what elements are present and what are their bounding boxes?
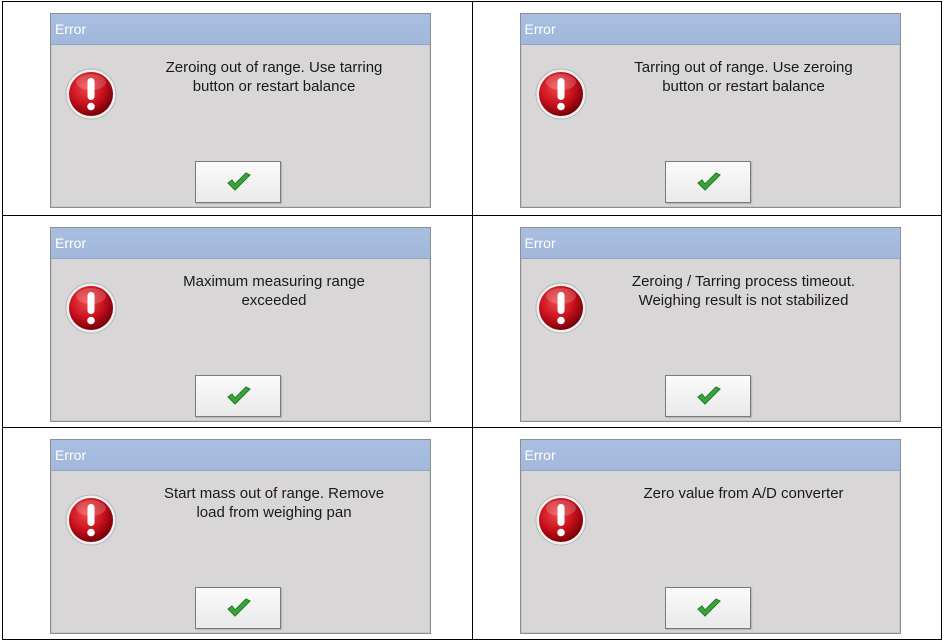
error-dialog: Error Tarring out of range. Use zeroing …: [519, 13, 901, 208]
dialog-title: Error: [51, 14, 430, 45]
error-message: Start mass out of range. Remove load fro…: [163, 485, 385, 521]
table-cell: Error Tarring out of range. Use zeroing …: [471, 1, 942, 216]
error-dialog: Error Maximum measuring range exceeded: [50, 227, 431, 422]
confirm-button[interactable]: [195, 587, 281, 629]
error-dialog: Error Zeroing / Tarring process timeout.…: [519, 227, 901, 422]
table-cell: Error Zeroing / Tarring process timeout.…: [471, 215, 942, 428]
dialog-title: Error: [520, 228, 900, 259]
checkmark-icon: [696, 172, 721, 191]
error-message: Zero value from A/D converter: [643, 485, 844, 502]
confirm-button[interactable]: [664, 375, 751, 417]
exclamation-icon: [535, 68, 586, 120]
error-message: Tarring out of range. Use zeroing button…: [634, 59, 853, 95]
exclamation-icon: [535, 494, 586, 546]
dialog-title: Error: [520, 440, 900, 471]
error-message: Zeroing out of range. Use tarring button…: [165, 59, 383, 95]
table-cell: Error Maximum measuring range exceeded: [2, 215, 473, 428]
table-cell: Error Zero value from A/D converter: [471, 427, 942, 640]
confirm-button[interactable]: [195, 375, 281, 417]
confirm-button[interactable]: [195, 161, 281, 203]
confirm-button[interactable]: [664, 161, 751, 203]
checkmark-icon: [227, 386, 251, 405]
exclamation-icon: [65, 68, 117, 120]
table-cell: Error Start mass out of range. Remove lo…: [2, 427, 473, 640]
checkmark-icon: [696, 386, 721, 405]
dialog-title: Error: [520, 14, 900, 45]
error-dialog: Error Zeroing out of range. Use tarring …: [50, 13, 431, 208]
error-dialog-table: Error Zeroing out of range. Use tarring …: [2, 1, 942, 640]
dialog-title: Error: [51, 440, 430, 471]
exclamation-icon: [535, 282, 586, 334]
dialog-title: Error: [51, 228, 430, 259]
error-dialog: Error Start mass out of range. Remove lo…: [50, 439, 431, 634]
checkmark-icon: [227, 172, 251, 191]
error-message: Maximum measuring range exceeded: [183, 273, 365, 309]
confirm-button[interactable]: [664, 587, 751, 629]
error-message: Zeroing / Tarring process timeout. Weigh…: [631, 273, 856, 309]
checkmark-icon: [227, 598, 251, 617]
error-dialog: Error Zero value from A/D converter: [519, 439, 901, 634]
exclamation-icon: [65, 494, 117, 546]
table-cell: Error Zeroing out of range. Use tarring …: [2, 1, 473, 216]
exclamation-icon: [65, 282, 117, 334]
checkmark-icon: [696, 598, 721, 617]
